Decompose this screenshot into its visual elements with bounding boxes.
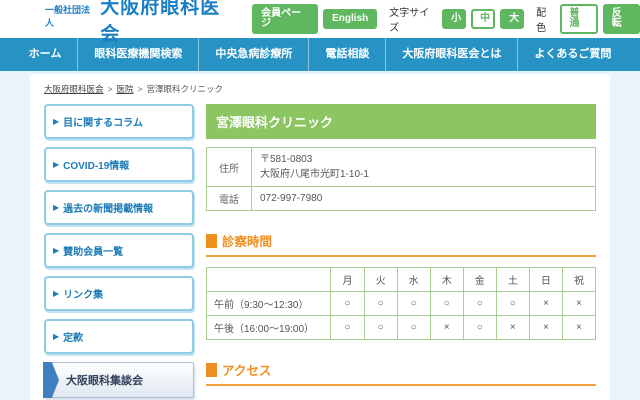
table-row: 午後（16:00～19:00） ○ ○ ○ × ○ × × × xyxy=(205,315,597,340)
triangle-icon: ▶ xyxy=(53,203,60,212)
hours-mark: ○ xyxy=(363,291,398,316)
hours-corner-cell xyxy=(205,267,332,292)
header-tools: 会員ページ English 文字サイズ 小 中 大 配色 普通 反転 xyxy=(252,4,640,34)
hours-mark: × xyxy=(561,315,597,340)
hours-mark: ○ xyxy=(495,291,530,316)
hours-mark: ○ xyxy=(429,291,464,316)
phone-value: 072-997-7980 xyxy=(251,186,596,211)
triangle-icon: ▶ xyxy=(53,117,60,126)
day-header: 祝 xyxy=(561,267,597,292)
phone-label: 電話 xyxy=(206,186,252,211)
hours-mark: × xyxy=(561,291,597,316)
day-header: 木 xyxy=(429,267,464,292)
breadcrumb: 大阪府眼科医会 > 医院 > 宮澤眼科クリニック xyxy=(44,83,596,95)
arrow-right-icon xyxy=(43,362,59,398)
nav-item-faq[interactable]: よくあるご質問 xyxy=(517,38,627,71)
font-size-medium-button[interactable]: 中 xyxy=(471,9,496,29)
sidebar-item-eye-column[interactable]: ▶ 目に関するコラム xyxy=(44,104,194,139)
sidebar-item-label: 賛助会員一覧 xyxy=(63,247,124,258)
sidebar-item-newspaper-archive[interactable]: ▶ 過去の新聞掲載情報 xyxy=(44,190,194,225)
hours-section-heading: 診察時間 xyxy=(206,231,596,257)
table-row: 住所 〒581-0803 大阪府八尾市光町1-10-1 xyxy=(206,147,596,187)
breadcrumb-clinics-link[interactable]: 医院 xyxy=(116,84,133,94)
street-address: 大阪府八尾市光町1-10-1 xyxy=(260,169,369,180)
triangle-icon: ▶ xyxy=(53,332,60,341)
sidebar-item-label: リンク集 xyxy=(63,290,104,301)
sidebar-item-articles[interactable]: ▶ 定款 xyxy=(44,319,194,354)
nav-item-phone-consult[interactable]: 電話相談 xyxy=(308,38,385,71)
sidebar-item-label: 定款 xyxy=(63,333,84,344)
sidebar-item-label: COVID-19情報 xyxy=(63,161,130,172)
breadcrumb-current: 宮澤眼科クリニック xyxy=(146,84,223,94)
day-header: 日 xyxy=(528,267,563,292)
day-header: 月 xyxy=(330,267,365,292)
breadcrumb-separator: > xyxy=(137,84,143,94)
hours-section-title: 診察時間 xyxy=(222,235,273,249)
breadcrumb-separator: > xyxy=(107,84,113,94)
content-card: 大阪府眼科医会 > 医院 > 宮澤眼科クリニック ▶ 目に関するコラム ▶ COVID-… xyxy=(30,74,610,400)
nav-item-emergency-clinic[interactable]: 中央急病診療所 xyxy=(198,38,308,71)
font-size-label: 文字サイズ xyxy=(389,8,430,34)
hours-mark: × xyxy=(495,315,530,340)
section-marker-icon xyxy=(206,362,217,377)
day-header: 火 xyxy=(363,267,398,292)
hours-mark: ○ xyxy=(330,315,365,340)
org-type-label: 一般社団法人 xyxy=(45,5,91,28)
day-header: 金 xyxy=(462,267,497,292)
hours-mark: ○ xyxy=(462,291,497,316)
nav-item-clinic-search[interactable]: 眼科医療機関検索 xyxy=(77,38,198,71)
hours-table: 月 火 水 木 金 土 日 祝 午前（9:30～12:30） ○ ○ ○ ○ ○… xyxy=(205,267,597,340)
table-header-row: 月 火 水 木 金 土 日 祝 xyxy=(205,267,597,292)
hours-mark: ○ xyxy=(462,315,497,340)
table-row: 午前（9:30～12:30） ○ ○ ○ ○ ○ ○ × × xyxy=(205,291,597,316)
sidebar-item-supporting-members[interactable]: ▶ 賛助会員一覧 xyxy=(44,233,194,268)
triangle-icon: ▶ xyxy=(53,160,60,169)
color-normal-button[interactable]: 普通 xyxy=(560,4,598,34)
main-content: 宮澤眼科クリニック 住所 〒581-0803 大阪府八尾市光町1-10-1 電話… xyxy=(205,104,597,400)
clinic-info-table: 住所 〒581-0803 大阪府八尾市光町1-10-1 電話 072-997-7… xyxy=(206,147,596,211)
postal-code: 〒581-0803 xyxy=(260,154,313,165)
section-marker-icon xyxy=(206,233,217,248)
hours-mark: × xyxy=(429,315,464,340)
hours-mark: × xyxy=(528,291,563,316)
page-title: 宮澤眼科クリニック xyxy=(206,104,596,139)
hours-mark: ○ xyxy=(396,291,431,316)
access-section-heading: アクセス xyxy=(206,360,596,386)
top-header: 一般社団法人 大阪府眼科医会 会員ページ English 文字サイズ 小 中 大… xyxy=(0,0,640,45)
sidebar-banner-label: 大阪眼科集談会 xyxy=(66,375,143,387)
sidebar: ▶ 目に関するコラム ▶ COVID-19情報 ▶ 過去の新聞掲載情報 ▶ 賛助… xyxy=(43,104,194,400)
hours-row-label: 午前（9:30～12:30） xyxy=(205,291,332,316)
hours-mark: ○ xyxy=(396,315,431,340)
triangle-icon: ▶ xyxy=(53,246,60,255)
hours-row-label: 午後（16:00～19:00） xyxy=(205,315,332,340)
address-label: 住所 xyxy=(206,147,252,187)
nav-item-home[interactable]: ホーム xyxy=(13,38,78,71)
sidebar-item-label: 過去の新聞掲載情報 xyxy=(63,204,154,215)
page-background: 大阪府眼科医会 > 医院 > 宮澤眼科クリニック ▶ 目に関するコラム ▶ COVID-… xyxy=(0,71,640,400)
hours-mark: ○ xyxy=(363,315,398,340)
sidebar-item-links[interactable]: ▶ リンク集 xyxy=(44,276,194,311)
font-size-small-button[interactable]: 小 xyxy=(442,9,467,29)
sidebar-banner-osaka-ophthalmic-meeting[interactable]: 大阪眼科集談会 xyxy=(43,362,194,398)
english-button[interactable]: English xyxy=(323,9,378,29)
member-page-button[interactable]: 会員ページ xyxy=(252,4,319,34)
triangle-icon: ▶ xyxy=(53,289,60,298)
color-invert-button[interactable]: 反転 xyxy=(602,4,640,34)
nav-item-about[interactable]: 大阪府眼科医会とは xyxy=(385,38,517,71)
sidebar-item-label: 目に関するコラム xyxy=(63,118,143,129)
font-size-large-button[interactable]: 大 xyxy=(500,9,525,29)
hours-mark: ○ xyxy=(330,291,365,316)
color-scheme-label: 配色 xyxy=(536,8,547,34)
day-header: 水 xyxy=(396,267,431,292)
breadcrumb-home-link[interactable]: 大阪府眼科医会 xyxy=(44,84,104,94)
address-value: 〒581-0803 大阪府八尾市光町1-10-1 xyxy=(251,147,596,187)
day-header: 土 xyxy=(495,267,530,292)
table-row: 電話 072-997-7980 xyxy=(206,186,596,211)
main-nav: ホーム 眼科医療機関検索 中央急病診療所 電話相談 大阪府眼科医会とは よくある… xyxy=(0,38,640,71)
hours-mark: × xyxy=(528,315,563,340)
sidebar-item-covid19[interactable]: ▶ COVID-19情報 xyxy=(44,147,194,182)
access-section-title: アクセス xyxy=(222,364,272,378)
